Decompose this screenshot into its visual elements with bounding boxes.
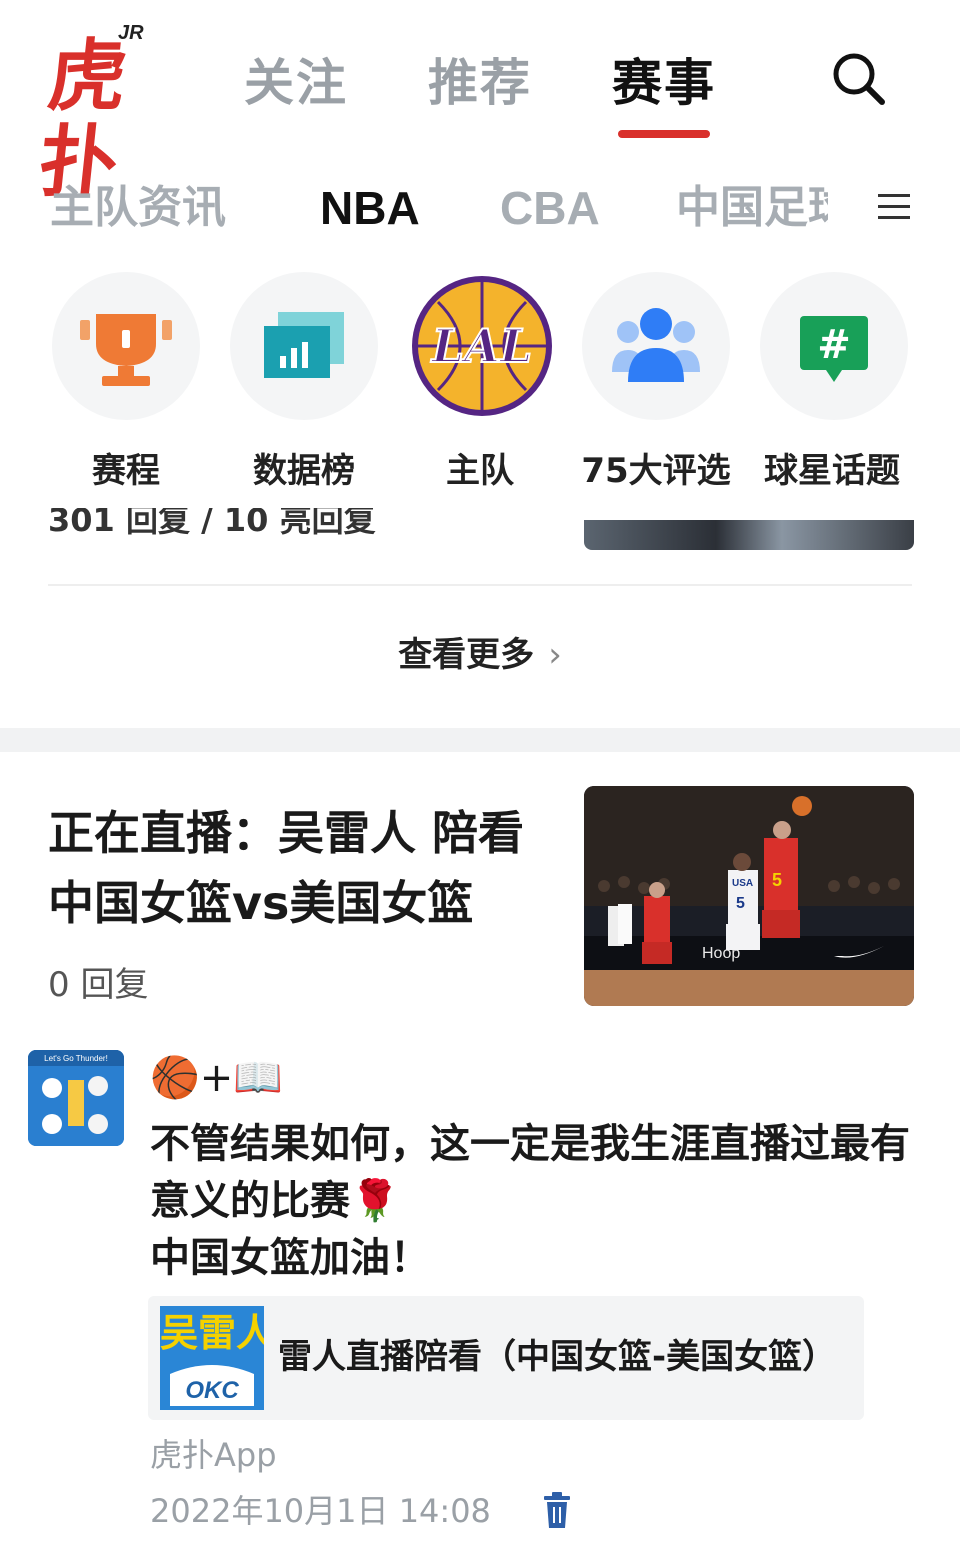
logo-badge: JR — [118, 22, 144, 44]
avatar-text: Let's Go Thunder! — [44, 1054, 108, 1063]
tab-events[interactable]: 赛事 — [612, 52, 716, 114]
post-body: 不管结果如何，这一定是我生涯直播过最有意义的比赛🌹 中国女篮加油！ — [150, 1116, 930, 1287]
subtab-home-team-news[interactable]: 主队资讯 — [50, 180, 226, 236]
section-divider — [0, 728, 960, 752]
star-topics-shortcut[interactable]: # — [760, 272, 908, 420]
article-title[interactable]: 正在直播：吴雷人 陪看中国女篮vs美国女篮 — [48, 798, 568, 938]
topic-hash-text: # — [817, 322, 851, 368]
usa-jersey-text: USA — [732, 878, 753, 889]
article-thumbnail[interactable]: Hoop USA 5 5 — [584, 786, 914, 1006]
top75-vote-shortcut[interactable] — [582, 272, 730, 420]
view-more-label: 查看更多 — [398, 635, 535, 675]
thumb-text: 吴雷人 — [160, 1311, 264, 1355]
data-ranking-shortcut[interactable] — [230, 272, 378, 420]
previous-item-replies: 301 回复 / 10 亮回复 — [48, 508, 376, 539]
usa-jersey-number: 5 — [736, 895, 745, 912]
shortcut-label-topics: 球星话题 — [764, 451, 900, 491]
divider — [48, 584, 912, 586]
shared-link-thumbnail: 吴雷人 OKC — [160, 1306, 264, 1410]
previous-item-thumbnail[interactable] — [584, 520, 914, 550]
lakers-logo-text: LAL — [430, 319, 532, 373]
trash-icon[interactable] — [540, 1492, 574, 1530]
china-jersey-number: 5 — [772, 870, 782, 890]
search-icon[interactable] — [828, 48, 888, 108]
topic-hash-icon: # — [800, 316, 868, 382]
subtab-nba[interactable]: NBA — [320, 180, 420, 236]
schedule-shortcut[interactable] — [52, 272, 200, 420]
shared-link-title: 雷人直播陪看（中国女篮-美国女篮） — [278, 1337, 837, 1377]
shortcut-label-schedule: 赛程 — [92, 451, 160, 491]
tab-recommend[interactable]: 推荐 — [428, 52, 532, 114]
active-tab-indicator — [618, 130, 710, 138]
shortcut-label-data: 数据榜 — [253, 451, 355, 491]
shared-link-card[interactable]: 吴雷人 OKC 雷人直播陪看（中国女篮-美国女篮） — [148, 1296, 864, 1420]
trophy-icon — [80, 314, 172, 386]
shortcut-label-top75: 75大评选 — [581, 451, 731, 491]
chevron-right-icon: › — [548, 635, 562, 675]
bar-chart-icon — [264, 312, 344, 378]
app-logo: 虎扑 JR — [35, 22, 154, 208]
view-more-button[interactable]: 查看更多 › — [0, 630, 960, 680]
post-author-name[interactable]: 🏀+📖 — [150, 1052, 283, 1104]
post-line: 不管结果如何，这一定是我生涯直播过最有意义的比赛🌹 — [150, 1121, 910, 1224]
subtab-cba[interactable]: CBA — [500, 180, 600, 236]
okc-logo-text: OKC — [185, 1377, 239, 1404]
shortcut-label-home-team: 主队 — [446, 451, 514, 491]
post-source: 虎扑App — [150, 1436, 277, 1474]
home-team-shortcut[interactable]: LAL — [408, 272, 556, 420]
subtab-china-football: 中国足球 — [676, 182, 828, 233]
hamburger-menu-icon[interactable] — [876, 190, 912, 224]
author-name-emoji: 🏀+📖 — [150, 1055, 284, 1101]
tab-follow[interactable]: 关注 — [244, 52, 348, 114]
subtab-china-football-wrapper[interactable]: 中国足球 — [676, 180, 828, 240]
post-timestamp: 2022年10月1日 14:08 — [150, 1492, 491, 1530]
article-reply-count: 0 回复 — [48, 965, 149, 1005]
lakers-logo-icon: LAL — [412, 276, 552, 416]
post-line: 中国女篮加油！ — [150, 1235, 430, 1281]
avatar[interactable]: Let's Go Thunder! — [28, 1050, 124, 1146]
people-icon — [612, 308, 700, 382]
